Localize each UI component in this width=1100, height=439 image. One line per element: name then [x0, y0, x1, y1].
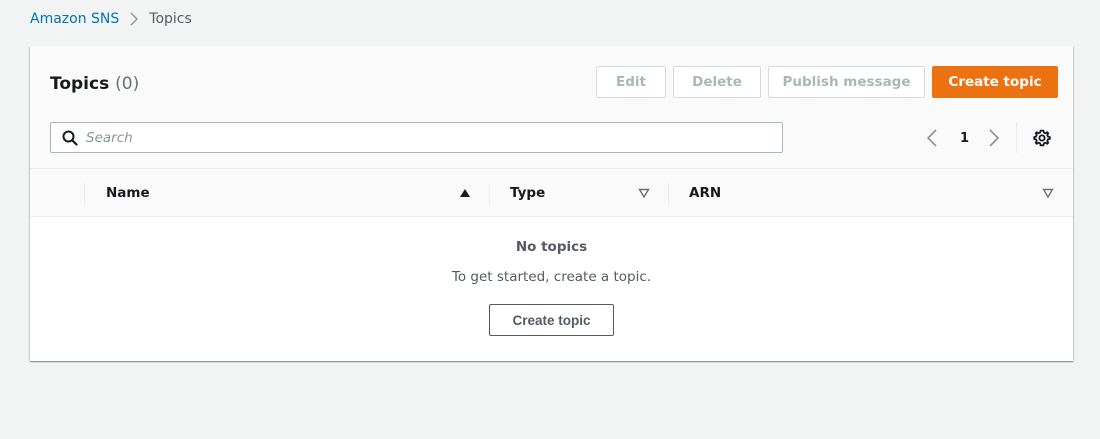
search-placeholder: Search — [86, 129, 133, 146]
empty-create-topic-button[interactable]: Create topic — [489, 304, 614, 336]
column-divider — [84, 183, 85, 205]
chevron-right-icon[interactable] — [988, 126, 1000, 150]
publish-message-button[interactable]: Publish message — [768, 66, 925, 98]
chevron-left-icon[interactable] — [926, 126, 938, 150]
table-header: Name Type ARN — [30, 168, 1073, 217]
column-divider — [668, 183, 669, 205]
panel-header: Topics (0) Edit Delete Publish message C… — [30, 46, 1073, 168]
gear-icon[interactable] — [1032, 128, 1052, 148]
page-title: Topics (0) — [50, 74, 139, 94]
current-page-number[interactable]: 1 — [960, 126, 969, 150]
column-header-arn[interactable]: ARN — [689, 185, 721, 201]
title-text: Topics — [50, 74, 110, 94]
empty-state-title: No topics — [515, 239, 588, 255]
breadcrumb: Amazon SNS Topics — [30, 11, 192, 27]
topics-panel: Topics (0) Edit Delete Publish message C… — [30, 46, 1073, 361]
search-icon — [62, 130, 78, 146]
column-divider — [489, 183, 490, 205]
breadcrumb-current: Topics — [149, 11, 192, 27]
breadcrumb-amazon-sns-link[interactable]: Amazon SNS — [30, 11, 119, 27]
empty-state-description: To get started, create a topic. — [451, 269, 652, 285]
delete-button[interactable]: Delete — [673, 66, 761, 98]
sort-descending-icon[interactable] — [637, 186, 651, 200]
topic-count: (0) — [115, 74, 140, 94]
sort-ascending-icon[interactable] — [458, 186, 472, 200]
column-header-name[interactable]: Name — [106, 185, 150, 201]
divider — [1016, 122, 1017, 153]
edit-button[interactable]: Edit — [596, 66, 666, 98]
chevron-right-icon — [129, 12, 139, 26]
create-topic-button[interactable]: Create topic — [932, 66, 1058, 98]
search-input[interactable]: Search — [50, 122, 783, 153]
column-header-type[interactable]: Type — [510, 185, 545, 201]
sort-descending-icon[interactable] — [1041, 186, 1055, 200]
